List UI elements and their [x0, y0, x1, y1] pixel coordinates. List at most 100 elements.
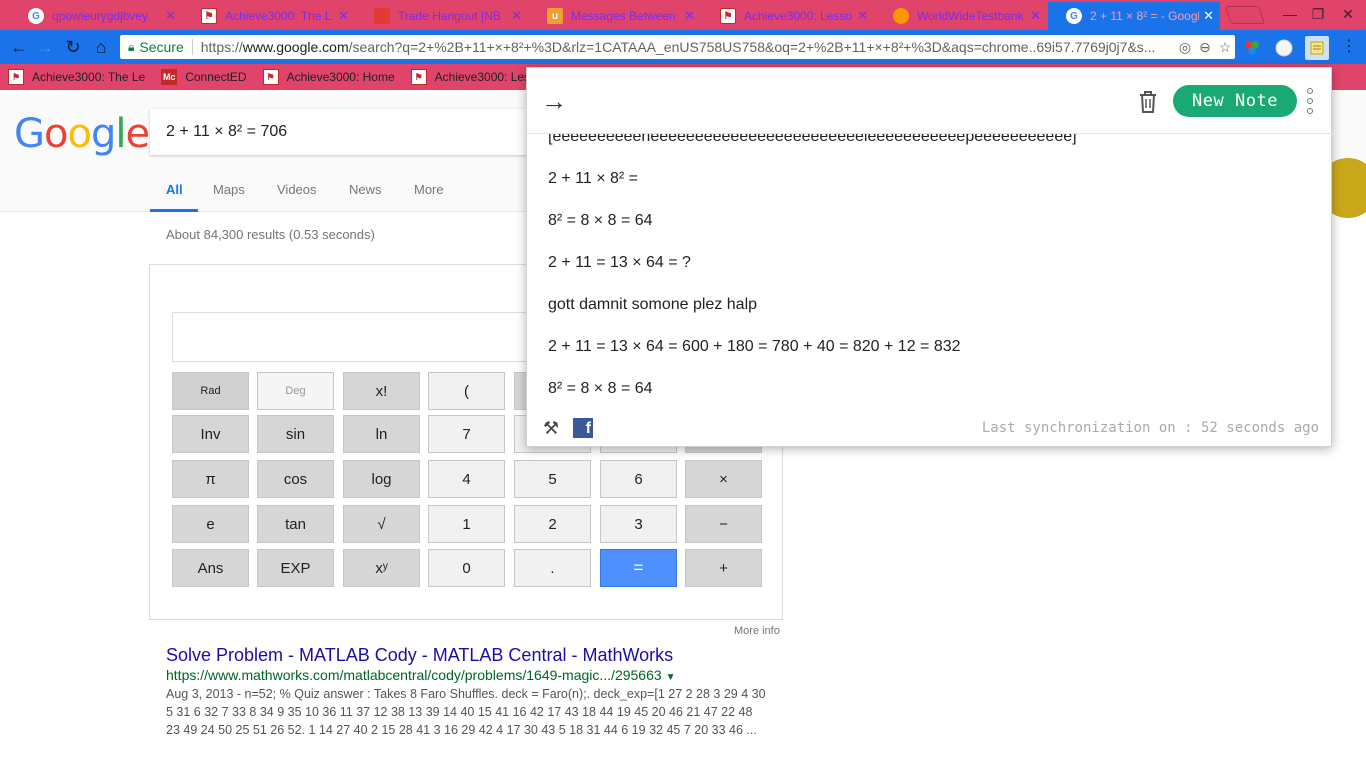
tools-icon[interactable]: ⚒ [543, 418, 559, 439]
tab-news[interactable]: News [349, 182, 382, 197]
calc-key[interactable]: ( [428, 372, 505, 410]
mail-icon: u [547, 8, 563, 24]
calc-key[interactable]: Ans [172, 549, 249, 587]
url-text[interactable]: https://www.google.com/search?q=2+%2B+11… [201, 39, 1175, 55]
arrow-right-icon[interactable]: → [541, 88, 567, 114]
lock-icon: 🔒︎ [128, 39, 135, 54]
notes-footer: ⚒ f Last synchronization on : 52 seconds… [527, 410, 1333, 448]
calc-key[interactable]: 0 [428, 549, 505, 587]
tab-videos[interactable]: Videos [277, 182, 317, 197]
sync-status: Last synchronization on : 52 seconds ago [981, 420, 1319, 436]
calc-key[interactable]: e [172, 505, 249, 543]
calc-key[interactable]: × [685, 460, 762, 498]
home-icon[interactable]: ⌂ [90, 36, 112, 58]
bookmark-item[interactable]: Mc ConnectED [161, 69, 247, 85]
minimize-icon[interactable]: — [1276, 6, 1304, 22]
google-logo[interactable]: Google [14, 111, 150, 157]
tab-2[interactable]: Trade Hangout [NB ✕ [356, 2, 528, 30]
note-editor[interactable]: [eeeeeeeeeeheeeeeeeeeeeeeeeeeeeeeeeeleee… [527, 134, 1333, 410]
facebook-icon[interactable]: f [573, 418, 593, 438]
close-tab-icon[interactable]: ✕ [857, 8, 868, 24]
calc-key[interactable]: sin [257, 415, 334, 453]
close-window-icon[interactable]: ✕ [1334, 6, 1362, 23]
bookmark-label: Achieve3000: Home [286, 70, 395, 84]
tab-all[interactable]: All [166, 182, 183, 197]
active-tab-indicator [150, 209, 198, 212]
bookmark-item[interactable]: ⚑ Achieve3000: The Le [8, 69, 145, 85]
calc-key[interactable]: EXP [257, 549, 334, 587]
calc-key[interactable]: √ [343, 505, 420, 543]
tab-1[interactable]: ⚑ Achieve3000: The L ✕ [183, 2, 355, 30]
dropdown-arrow-icon[interactable]: ▼ [666, 672, 676, 683]
bookmark-item[interactable]: ⚑ Achieve3000: Home [262, 69, 395, 85]
calc-key[interactable]: 3 [600, 505, 677, 543]
result-url[interactable]: https://www.mathworks.com/matlabcentral/… [166, 667, 675, 683]
notes-extension-icon[interactable] [1305, 36, 1329, 60]
location-icon[interactable]: ◎ [1175, 39, 1195, 56]
zoom-icon[interactable]: ⊖ [1195, 39, 1215, 56]
close-tab-icon[interactable]: ✕ [684, 8, 695, 24]
tab-4[interactable]: ⚑ Achieve3000: Lesso ✕ [702, 2, 874, 30]
note-line: 8² = 8 × 8 = 64 [548, 380, 653, 397]
tab-more[interactable]: More [414, 182, 444, 197]
tab-maps[interactable]: Maps [213, 182, 245, 197]
new-tab-button[interactable] [1224, 6, 1266, 24]
close-tab-icon[interactable]: ✕ [511, 8, 522, 24]
close-tab-icon[interactable]: ✕ [338, 8, 349, 24]
calc-key[interactable]: π [172, 460, 249, 498]
google-icon: G [1066, 8, 1082, 24]
forward-icon[interactable]: → [34, 36, 56, 58]
tab-5[interactable]: WorldWideTestbank ✕ [875, 2, 1047, 30]
chrome-menu-icon[interactable]: ⋮ [1338, 36, 1360, 58]
trash-icon[interactable] [1137, 90, 1159, 114]
new-note-button[interactable]: New Note [1173, 85, 1297, 117]
calc-key[interactable]: = [600, 549, 677, 587]
back-icon[interactable]: ← [8, 36, 30, 58]
url-path: /search?q=2+%2B+11+×+8²+%3D&rlz=1CATAAA_… [348, 39, 1156, 55]
tab-title: Messages Between [571, 9, 676, 23]
calc-key[interactable]: + [685, 549, 762, 587]
tab-3[interactable]: u Messages Between ✕ [529, 2, 701, 30]
extension-circle-icon[interactable] [1274, 38, 1294, 58]
close-tab-icon[interactable]: ✕ [1203, 8, 1214, 24]
secure-label: Secure [139, 39, 184, 55]
bookmark-item[interactable]: ⚑ Achieve3000: Lesso [410, 69, 543, 85]
calc-key[interactable]: x! [343, 372, 420, 410]
note-line: gott damnit somone plez halp [548, 296, 758, 313]
calc-key[interactable]: xʸ [343, 549, 420, 587]
calc-key[interactable]: Deg [257, 372, 334, 410]
address-bar[interactable]: 🔒︎ Secure https://www.google.com/search?… [120, 35, 1235, 59]
search-input[interactable]: 2 + 11 × 8² = 706 [150, 109, 550, 155]
close-tab-icon[interactable]: ✕ [1030, 8, 1041, 24]
calc-key[interactable]: 2 [514, 505, 591, 543]
calc-key[interactable]: tan [257, 505, 334, 543]
calc-key[interactable]: . [514, 549, 591, 587]
calc-key[interactable]: 4 [428, 460, 505, 498]
orange-circle-icon [893, 8, 909, 24]
note-line: 2 + 11 × 8² = [548, 170, 638, 187]
result-url-text: https://www.mathworks.com/matlabcentral/… [166, 667, 662, 683]
note-line: 2 + 11 = 13 × 64 = 600 + 180 = 780 + 40 … [548, 338, 961, 355]
tab-6[interactable]: G 2 + 11 × 8² = - Googl ✕ [1048, 2, 1220, 30]
calc-key[interactable]: 6 [600, 460, 677, 498]
tab-title: Trade Hangout [NB [398, 9, 501, 23]
tab-title: Achieve3000: The L [225, 9, 332, 23]
more-info-link[interactable]: More info [734, 625, 780, 637]
more-options-icon[interactable] [1306, 88, 1314, 114]
calc-key[interactable]: Rad [172, 372, 249, 410]
extension-color-icon[interactable] [1242, 38, 1262, 58]
result-title-link[interactable]: Solve Problem - MATLAB Cody - MATLAB Cen… [166, 645, 673, 666]
calc-key[interactable]: Inv [172, 415, 249, 453]
bookmark-star-icon[interactable]: ☆ [1215, 39, 1235, 56]
tab-0[interactable]: Gqpowieurygdjbvey ✕ [10, 2, 182, 30]
calc-key[interactable]: − [685, 505, 762, 543]
calc-key[interactable]: 1 [428, 505, 505, 543]
calc-key[interactable]: 7 [428, 415, 505, 453]
calc-key[interactable]: log [343, 460, 420, 498]
calc-key[interactable]: 5 [514, 460, 591, 498]
calc-key[interactable]: cos [257, 460, 334, 498]
reload-icon[interactable]: ↻ [62, 36, 84, 58]
close-tab-icon[interactable]: ✕ [165, 8, 176, 24]
calc-key[interactable]: ln [343, 415, 420, 453]
restore-icon[interactable]: ❐ [1304, 6, 1332, 23]
